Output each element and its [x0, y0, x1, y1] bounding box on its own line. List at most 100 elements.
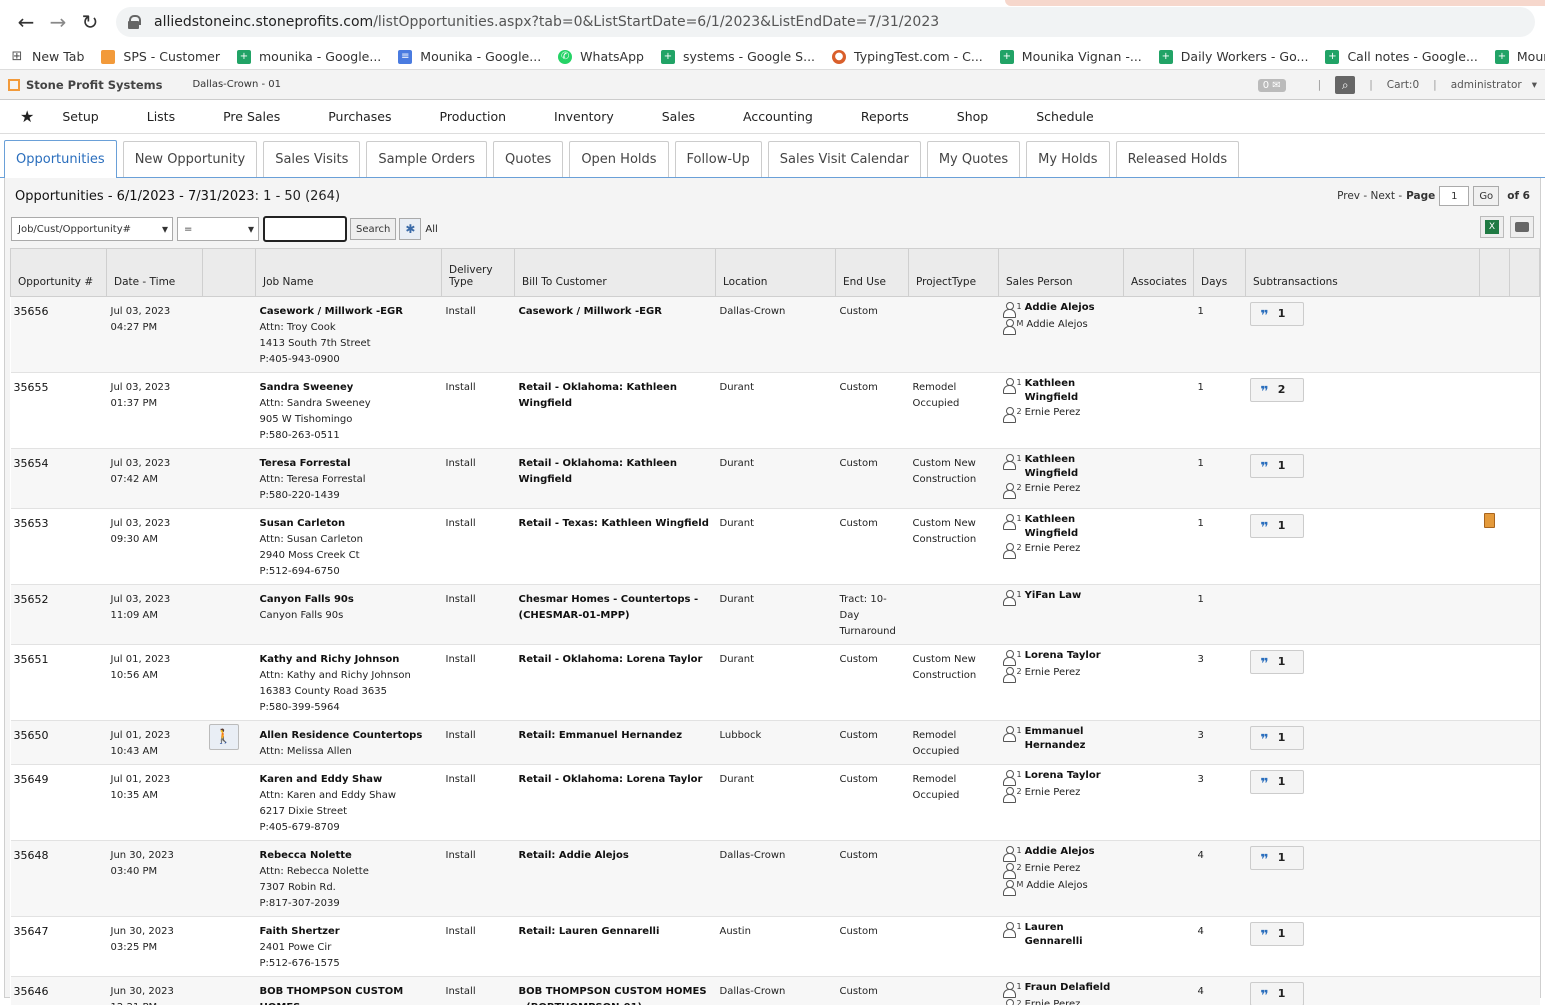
all-link[interactable]: All: [425, 224, 437, 235]
advanced-search-icon[interactable]: ✱: [399, 218, 422, 240]
job-name[interactable]: Karen and Eddy Shaw: [260, 774, 383, 785]
column-header[interactable]: Date - Time: [106, 248, 203, 297]
opportunity-number[interactable]: 35648: [10, 840, 107, 917]
menu-item-reports[interactable]: Reports: [861, 109, 909, 124]
subtransactions-button[interactable]: ❞ 1: [1249, 726, 1304, 750]
bookmark-item[interactable]: ⊞ New Tab: [10, 49, 85, 64]
address-bar[interactable]: alliedstoneinc.stoneprofits.com/listOppo…: [116, 7, 1535, 37]
subtransactions-button[interactable]: ❞ 1: [1249, 846, 1304, 870]
column-header[interactable]: Associates: [1123, 248, 1194, 297]
bookmark-item[interactable]: SPS - Customer: [101, 49, 220, 64]
favorites-star-icon[interactable]: ★: [20, 107, 34, 126]
bookmark-item[interactable]: ● TypingTest.com - C...: [832, 49, 983, 64]
column-header[interactable]: [202, 248, 256, 297]
opportunity-number[interactable]: 35652: [10, 584, 107, 645]
column-header[interactable]: [1509, 248, 1540, 297]
opportunity-number[interactable]: 35651: [10, 644, 107, 721]
chevron-down-icon[interactable]: ▾: [1532, 79, 1537, 91]
table-row[interactable]: 35651 Jul 01, 2023 10:56 AM Kathy and Richy…: [10, 644, 1540, 721]
mail-badge[interactable]: 0 ✉: [1257, 78, 1286, 92]
subtransactions-button[interactable]: ❞ 2: [1249, 378, 1304, 402]
tab-follow-up[interactable]: Follow-Up: [674, 141, 762, 177]
opportunity-number[interactable]: 35653: [10, 508, 107, 585]
table-row[interactable]: 35652 Jul 03, 2023 11:09 AM Canyon Falls 90…: [10, 584, 1540, 645]
bookmark-item[interactable]: + Mounika Vignan -...: [999, 49, 1142, 64]
column-header[interactable]: [1479, 248, 1510, 297]
search-icon[interactable]: ⌕: [1335, 76, 1356, 94]
bookmark-item[interactable]: + systems - Google S...: [660, 49, 815, 64]
tab-new-opportunity[interactable]: New Opportunity: [122, 141, 258, 177]
column-header[interactable]: Job Name: [255, 248, 442, 297]
subtransactions-button[interactable]: ❞ 1: [1249, 922, 1304, 946]
filter-operator-select[interactable]: =: [177, 217, 259, 241]
job-name[interactable]: Canyon Falls 90s: [260, 594, 354, 605]
note-icon[interactable]: [1483, 513, 1495, 528]
subtransactions-button[interactable]: ❞ 1: [1249, 514, 1304, 538]
tab-sample-orders[interactable]: Sample Orders: [366, 141, 488, 177]
search-input[interactable]: [263, 216, 347, 242]
subtransactions-button[interactable]: ❞ 1: [1249, 770, 1304, 794]
table-row[interactable]: 35647 Jun 30, 2023 03:25 PM Faith Shertzer 2…: [10, 916, 1540, 977]
forward-arrow-icon[interactable]: →: [42, 6, 74, 38]
table-row[interactable]: 35654 Jul 03, 2023 07:42 AM Teresa Forresta…: [10, 448, 1540, 509]
opportunity-number[interactable]: 35655: [10, 372, 107, 449]
bookmark-item[interactable]: + Daily Workers - Go...: [1158, 49, 1308, 64]
menu-item-schedule[interactable]: Schedule: [1036, 109, 1093, 124]
walking-person-icon[interactable]: 🚶: [208, 724, 239, 750]
bookmark-item[interactable]: ✆ WhatsApp: [558, 49, 644, 64]
column-header[interactable]: Delivery Type: [441, 248, 515, 297]
user-menu[interactable]: administrator: [1451, 79, 1522, 91]
bookmark-item[interactable]: ≡ Mounika - Google...: [398, 49, 541, 64]
job-name[interactable]: BOB THOMPSON CUSTOM HOMES: [260, 986, 404, 1005]
table-row[interactable]: 35646Jun 30, 2023 12:21 PM BOB THOMPSON CU…: [10, 976, 1540, 1005]
column-header[interactable]: Subtransactions: [1245, 248, 1480, 297]
export-excel-button[interactable]: X: [1480, 216, 1504, 238]
column-header[interactable]: Sales Person: [998, 248, 1124, 297]
bookmark-item[interactable]: + Mounika To Do List...: [1494, 49, 1545, 64]
job-name[interactable]: Allen Residence Countertops: [260, 730, 423, 741]
opportunity-number[interactable]: 35654: [10, 448, 107, 509]
job-name[interactable]: Teresa Forrestal: [260, 458, 351, 469]
opportunity-number[interactable]: 35647: [10, 916, 107, 977]
opportunity-number[interactable]: 35656: [10, 296, 107, 373]
job-name[interactable]: Casework / Millwork -EGR: [260, 306, 403, 317]
subtransactions-button[interactable]: ❞ 1: [1249, 650, 1304, 674]
column-header[interactable]: Opportunity #: [10, 248, 107, 297]
location-selector[interactable]: Dallas-Crown - 01: [192, 79, 281, 90]
next-link[interactable]: Next: [1371, 190, 1395, 202]
table-row[interactable]: 35656 Jul 03, 2023 04:27 PM Casework / Mill…: [10, 296, 1540, 373]
tab-open-holds[interactable]: Open Holds: [569, 141, 669, 177]
prev-link[interactable]: Prev: [1337, 190, 1360, 202]
bookmark-item[interactable]: + mounika - Google...: [237, 49, 381, 64]
job-name[interactable]: Kathy and Richy Johnson: [260, 654, 400, 665]
menu-item-sales[interactable]: Sales: [662, 109, 695, 124]
menu-item-lists[interactable]: Lists: [147, 109, 175, 124]
opportunity-number[interactable]: 35650: [10, 720, 107, 765]
column-header[interactable]: Location: [715, 248, 836, 297]
column-header[interactable]: Days: [1193, 248, 1246, 297]
tab-my-holds[interactable]: My Holds: [1026, 141, 1110, 177]
table-row[interactable]: 35650 Jul 01, 2023 10:43 AM 🚶 Allen Residenc…: [10, 720, 1540, 765]
print-button[interactable]: [1510, 216, 1534, 238]
opportunity-number[interactable]: 35646: [10, 976, 107, 1005]
page-input[interactable]: 1: [1439, 186, 1470, 206]
table-row[interactable]: 35649 Jul 01, 2023 10:35 AM Karen and Eddy …: [10, 764, 1540, 841]
menu-item-purchases[interactable]: Purchases: [328, 109, 391, 124]
tab-quotes[interactable]: Quotes: [493, 141, 564, 177]
menu-item-setup[interactable]: Setup: [62, 109, 98, 124]
column-header[interactable]: ProjectType: [908, 248, 999, 297]
menu-item-production[interactable]: Production: [440, 109, 507, 124]
tab-opportunities[interactable]: Opportunities: [4, 140, 117, 178]
bookmark-item[interactable]: + Call notes - Google...: [1325, 49, 1478, 64]
tab-my-quotes[interactable]: My Quotes: [926, 141, 1021, 177]
subtransactions-button[interactable]: ❞ 1: [1249, 982, 1304, 1005]
job-name[interactable]: Rebecca Nolette: [260, 850, 352, 861]
menu-item-inventory[interactable]: Inventory: [554, 109, 614, 124]
table-row[interactable]: 35648 Jun 30, 2023 03:40 PM Rebecca Nolette…: [10, 840, 1540, 917]
job-name[interactable]: Susan Carleton: [260, 518, 346, 529]
search-button[interactable]: Search: [350, 218, 397, 240]
column-header[interactable]: End Use: [835, 248, 909, 297]
job-name[interactable]: Sandra Sweeney: [260, 382, 354, 393]
subtransactions-button[interactable]: ❞ 1: [1249, 302, 1304, 326]
back-arrow-icon[interactable]: ←: [10, 6, 42, 38]
